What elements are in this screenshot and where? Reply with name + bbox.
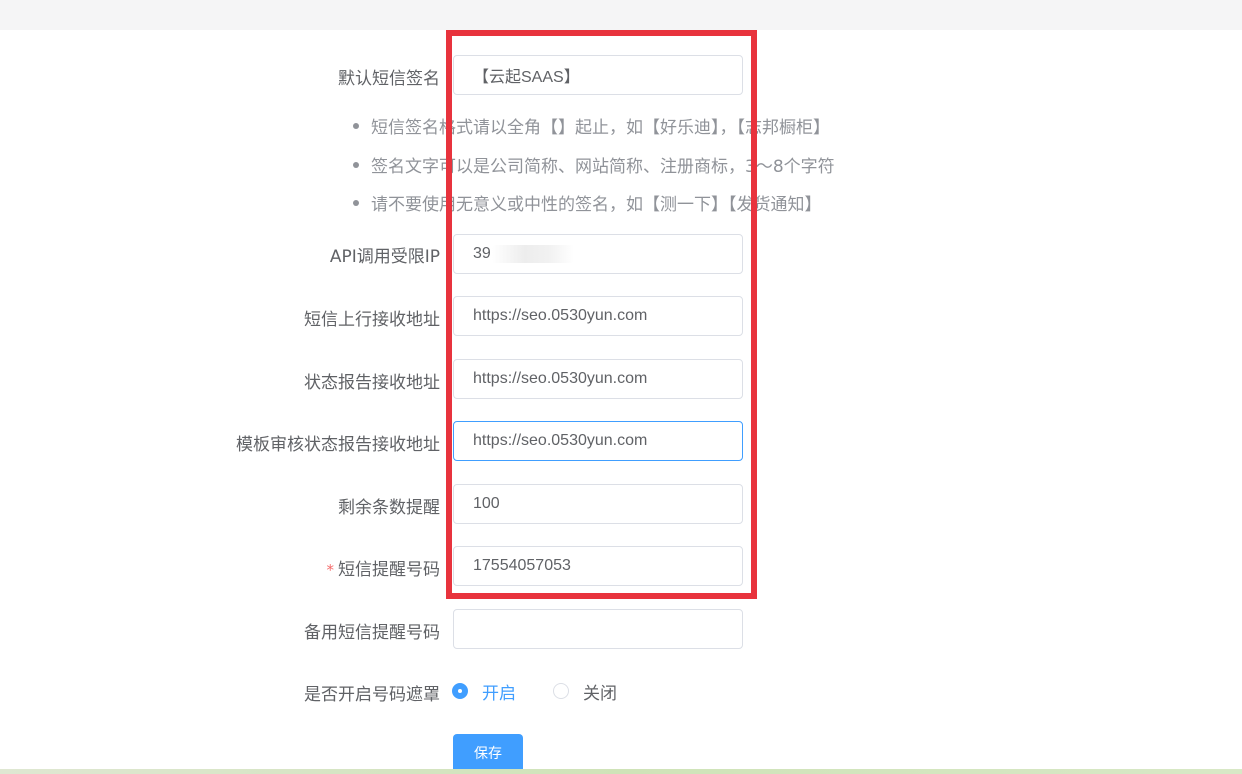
remaining-alert-label: 剩余条数提醒	[338, 498, 440, 518]
radio-label-off: 关闭	[583, 683, 617, 704]
radio-checked-icon[interactable]	[452, 683, 468, 699]
hint-text: 短信签名格式请以全角【】起止，如【好乐迪】，【志邦橱柜】	[371, 118, 830, 138]
alert-phone-label-text: 短信提醒号码	[338, 560, 440, 580]
template-status-url-input[interactable]	[453, 421, 743, 461]
signature-input[interactable]	[453, 55, 743, 95]
hint-item: 请不要使用无意义或中性的签名，如【测一下】【发货通知】	[353, 190, 835, 229]
mask-toggle-label: 是否开启号码遮罩	[304, 685, 440, 705]
alert-phone-input[interactable]	[453, 546, 743, 586]
bottom-strip	[0, 769, 1242, 774]
bullet-icon	[353, 123, 359, 129]
radio-option-on[interactable]: 开启	[452, 679, 516, 704]
backup-phone-input[interactable]	[453, 609, 743, 649]
signature-hints: 短信签名格式请以全角【】起止，如【好乐迪】，【志邦橱柜】 签名文字可以是公司简称…	[353, 113, 835, 229]
hint-text: 请不要使用无意义或中性的签名，如【测一下】【发货通知】	[371, 195, 822, 215]
uplink-url-input[interactable]	[453, 296, 743, 336]
hint-item: 签名文字可以是公司简称、网站简称、注册商标，3～8个字符	[353, 152, 835, 191]
signature-label: 默认短信签名	[338, 69, 440, 89]
alert-phone-label: * 短信提醒号码	[0, 555, 441, 580]
required-mark: *	[326, 561, 335, 579]
bullet-icon	[353, 161, 359, 168]
bullet-icon	[353, 200, 359, 206]
radio-unchecked-icon[interactable]	[553, 683, 569, 699]
status-url-input[interactable]	[453, 359, 743, 399]
radio-option-off[interactable]: 关闭	[552, 679, 617, 704]
uplink-url-label: 短信上行接收地址	[304, 310, 440, 330]
save-button[interactable]: 保存	[453, 734, 523, 774]
api-ip-input[interactable]	[453, 234, 743, 274]
hint-item: 短信签名格式请以全角【】起止，如【好乐迪】，【志邦橱柜】	[353, 113, 835, 152]
remaining-alert-input[interactable]	[453, 484, 743, 524]
backup-phone-label: 备用短信提醒号码	[304, 623, 440, 643]
template-status-url-label: 模板审核状态报告接收地址	[236, 435, 440, 455]
status-url-label: 状态报告接收地址	[304, 373, 440, 393]
api-ip-label: API调用受限IP	[329, 247, 440, 267]
hint-text: 签名文字可以是公司简称、网站简称、注册商标，3～8个字符	[371, 156, 835, 177]
radio-label-on: 开启	[482, 683, 516, 704]
mask-radio-group: 开启 关闭	[452, 678, 617, 704]
sms-settings-form: 默认短信签名 短信签名格式请以全角【】起止，如【好乐迪】，【志邦橱柜】 签名文字…	[0, 0, 1242, 774]
